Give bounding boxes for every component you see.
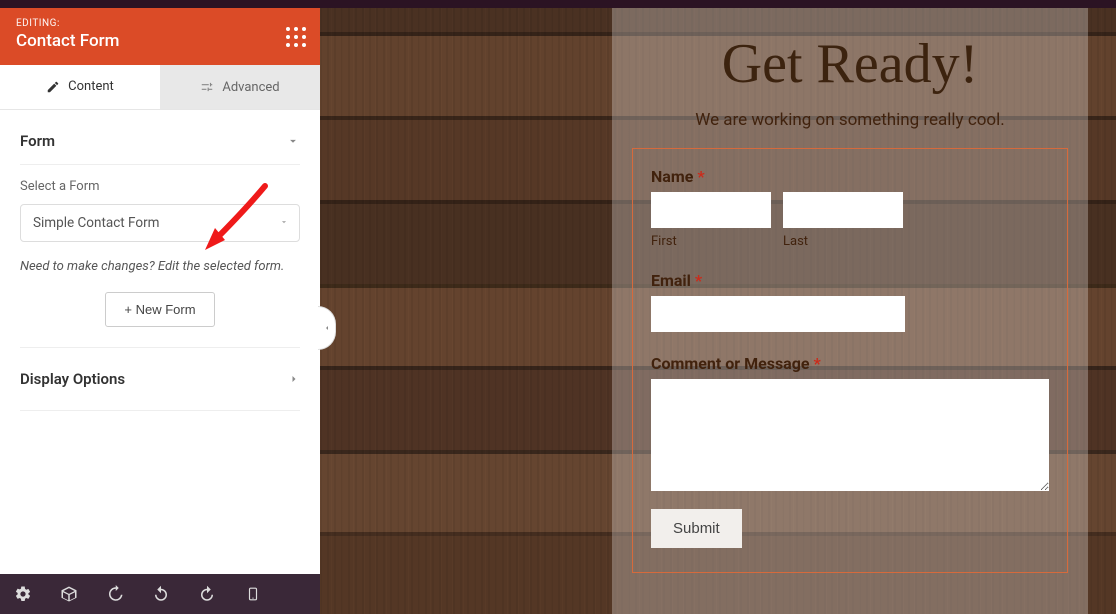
tab-advanced-label: Advanced — [222, 80, 279, 95]
responsive-mobile-icon[interactable] — [244, 585, 262, 603]
form-widget-selected[interactable]: Name * First Last Email * — [632, 148, 1068, 573]
settings-icon[interactable] — [14, 585, 32, 603]
comment-textarea[interactable] — [651, 379, 1049, 491]
name-label: Name * — [651, 167, 1049, 186]
editing-label: EDITING: — [16, 18, 304, 29]
app-top-stripe — [0, 0, 1116, 8]
section-header-display-options[interactable]: Display Options — [20, 348, 300, 411]
grid-menu-icon[interactable] — [286, 27, 306, 47]
section-header-form[interactable]: Form — [20, 110, 300, 165]
first-sublabel: First — [651, 234, 771, 249]
page-preview: Get Ready! We are working on something r… — [320, 8, 1116, 614]
panel-body: Form Select a Form Simple Contact Form N… — [0, 110, 320, 574]
sliders-icon — [200, 80, 214, 94]
email-input[interactable] — [651, 296, 905, 332]
caret-down-icon — [279, 215, 289, 231]
chevron-down-icon — [286, 134, 300, 148]
section-title-display-options: Display Options — [20, 370, 125, 388]
last-name-input[interactable] — [783, 192, 903, 228]
tab-content-label: Content — [68, 79, 114, 94]
pencil-icon — [46, 80, 60, 94]
tab-advanced[interactable]: Advanced — [160, 65, 320, 109]
chevron-left-icon — [323, 322, 331, 334]
hero-subtitle: We are working on something really cool. — [632, 110, 1068, 130]
required-marker: * — [697, 167, 704, 186]
sidebar-header: EDITING: Contact Form — [0, 8, 320, 65]
widget-title: Contact Form — [16, 31, 304, 51]
form-section-content: Select a Form Simple Contact Form Need t… — [20, 165, 300, 348]
required-marker: * — [695, 271, 702, 290]
comment-label: Comment or Message * — [651, 354, 1049, 373]
select-form-label: Select a Form — [20, 179, 300, 194]
hero-title: Get Ready! — [632, 36, 1068, 92]
edit-form-hint: Need to make changes? Edit the selected … — [20, 258, 300, 276]
navigator-icon[interactable] — [60, 585, 78, 603]
history-icon[interactable] — [106, 585, 124, 603]
submit-button[interactable]: Submit — [651, 509, 742, 548]
content-card: Get Ready! We are working on something r… — [612, 8, 1088, 614]
required-marker: * — [814, 354, 821, 373]
editor-sidebar: EDITING: Contact Form Content Advanced F… — [0, 8, 320, 614]
first-name-input[interactable] — [651, 192, 771, 228]
new-form-button[interactable]: + New Form — [105, 292, 214, 327]
select-form-dropdown[interactable]: Simple Contact Form — [20, 204, 300, 242]
undo-icon[interactable] — [152, 585, 170, 603]
section-title-form: Form — [20, 132, 55, 150]
last-sublabel: Last — [783, 234, 903, 249]
bottom-toolbar — [0, 574, 320, 614]
chevron-right-icon — [288, 373, 300, 385]
widget-tabs: Content Advanced — [0, 65, 320, 110]
select-form-value: Simple Contact Form — [33, 215, 159, 231]
email-label: Email * — [651, 271, 1049, 290]
tab-content[interactable]: Content — [0, 65, 160, 109]
redo-icon[interactable] — [198, 585, 216, 603]
